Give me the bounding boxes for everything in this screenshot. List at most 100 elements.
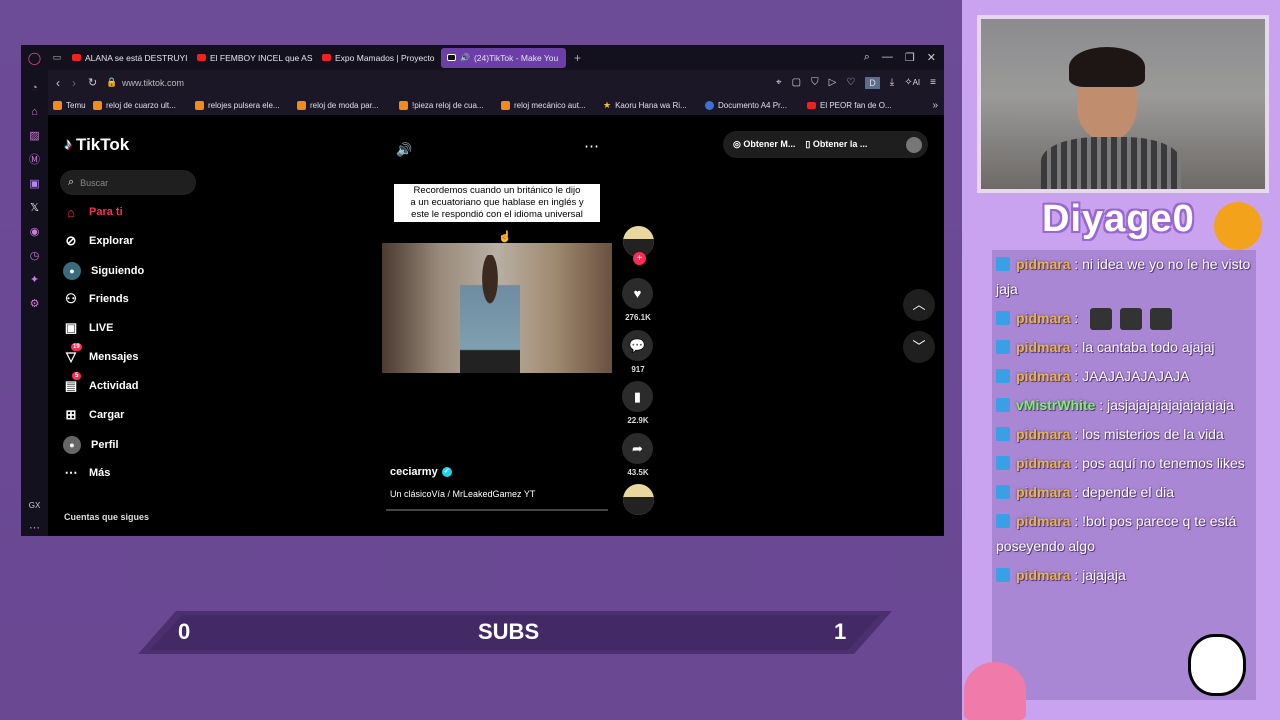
- following-heading: Cuentas que sigues: [64, 512, 150, 522]
- youtube-icon: [72, 54, 81, 61]
- video-description: Un clásicoVía / MrLeakedGamez YT: [390, 489, 536, 499]
- chevron-down-icon: ﹀: [912, 339, 926, 354]
- nav-mas[interactable]: ⋯ Más: [63, 465, 111, 481]
- gx-label: GX: [28, 501, 41, 510]
- prev-video-button[interactable]: ︿: [903, 289, 935, 321]
- temu-icon: [501, 100, 510, 110]
- player-icon[interactable]: ◉: [21, 220, 48, 244]
- forward-icon[interactable]: ›: [72, 76, 88, 90]
- share-button[interactable]: ➦: [622, 433, 653, 464]
- new-tab-button[interactable]: +: [566, 51, 589, 65]
- bookmark-icon: ▮: [633, 388, 642, 404]
- bookmark-1[interactable]: Temu: [48, 100, 88, 110]
- minimize-button[interactable]: —: [882, 51, 893, 64]
- gx-m-icon[interactable]: Ⓜ: [21, 148, 48, 172]
- wolverine-emote-icon: [1090, 308, 1113, 331]
- live-icon: ▣: [64, 320, 78, 335]
- bookmark-9[interactable]: El PEOR fan de O...: [802, 101, 904, 110]
- nav-friends[interactable]: ⚇ Friends: [63, 291, 129, 307]
- nav-siguiendo[interactable]: ● Siguiendo: [63, 262, 144, 280]
- profile-avatar[interactable]: D: [865, 76, 880, 89]
- nav-perfil[interactable]: ● Perfil: [63, 436, 119, 454]
- bookmark-8[interactable]: Documento A4 Pr...: [700, 100, 802, 110]
- video-options-icon[interactable]: ⋯: [584, 137, 600, 155]
- menu-icon[interactable]: ≡: [930, 77, 936, 88]
- heart-icon: ♥: [633, 286, 642, 301]
- bookmark-2[interactable]: reloj de cuarzo ult...: [88, 100, 190, 110]
- video-caption-box: Recordemos cuando un británico le dijo a…: [394, 184, 600, 222]
- comment-count: 917: [631, 365, 645, 374]
- search-tabs-icon[interactable]: ⌕: [864, 51, 870, 64]
- get-coins-button[interactable]: ◎ Obtener M...: [733, 139, 795, 150]
- coin-icon: ◎: [733, 139, 741, 149]
- comment-button[interactable]: 💬: [622, 330, 653, 361]
- chat-message: pidmara : los misterios de la vida: [996, 422, 1252, 447]
- tab-1[interactable]: ALANA se está DESTRUYI: [66, 48, 191, 68]
- tiktok-logo[interactable]: ♪ TikTok: [64, 135, 129, 155]
- cursor-icon: ☝: [498, 231, 512, 243]
- heart-icon[interactable]: ♡: [846, 77, 855, 88]
- save-button[interactable]: ▮: [622, 381, 653, 412]
- back-icon[interactable]: ‹: [56, 76, 72, 90]
- tab-bar: ◯ ▭ ALANA se está DESTRUYI El FEMBOY INC…: [21, 45, 944, 70]
- restore-button[interactable]: ❐: [905, 51, 915, 64]
- x-twitter-icon[interactable]: 𝕏: [21, 196, 48, 220]
- mascot-headphones-icon: [1214, 202, 1262, 250]
- user-avatar[interactable]: [906, 136, 922, 153]
- youtube-icon: [322, 54, 331, 61]
- bookmark-7[interactable]: ★ Kaoru Hana wa Ri...: [598, 100, 700, 111]
- nav-para-ti[interactable]: ⌂ Para ti: [63, 204, 123, 220]
- tab-4-tiktok[interactable]: 🔊 (24)TikTok - Make You: [441, 47, 566, 68]
- reload-icon[interactable]: ↻: [88, 76, 106, 89]
- home-icon: ⌂: [67, 204, 75, 220]
- pin-icon[interactable]: ⌖: [776, 77, 782, 88]
- next-creator-avatar[interactable]: [623, 484, 654, 515]
- video-frame[interactable]: [382, 243, 612, 373]
- more-dots-icon[interactable]: ⋯: [21, 516, 48, 536]
- gx-cleaner-icon[interactable]: ⌂: [21, 100, 48, 124]
- next-video-button[interactable]: ﹀: [903, 331, 935, 363]
- nav-explorar[interactable]: ⊘ Explorar: [63, 233, 134, 249]
- nav-live[interactable]: ▣ LIVE: [63, 320, 114, 336]
- lock-icon: 🔒: [106, 77, 118, 87]
- ai-button[interactable]: ✧AI: [904, 77, 920, 88]
- more-bookmarks-icon[interactable]: »: [932, 100, 944, 111]
- extensions-icon[interactable]: ✦: [21, 268, 48, 292]
- like-button[interactable]: ♥: [622, 278, 653, 309]
- tab-2[interactable]: El FEMBOY INCEL que AS: [191, 48, 316, 68]
- bookmark-5[interactable]: !pieza reloj de cua...: [394, 100, 496, 110]
- url-field[interactable]: www.tiktok.com: [122, 78, 184, 88]
- verified-icon: ✓: [441, 467, 452, 477]
- gx-history-icon[interactable]: ◔: [21, 76, 48, 100]
- nav-mensajes[interactable]: ▽ 19 Mensajes: [63, 343, 139, 365]
- search-input[interactable]: Buscar: [80, 178, 108, 188]
- badge-icon: [996, 568, 1010, 582]
- nav-cargar[interactable]: ⊞ Cargar: [63, 407, 125, 423]
- volume-icon[interactable]: 🔊: [396, 142, 412, 158]
- follow-plus-icon[interactable]: +: [633, 252, 646, 265]
- video-author[interactable]: ceciarmy ✓: [390, 466, 452, 478]
- video-progress-bar[interactable]: [386, 509, 608, 511]
- search-box[interactable]: ⌕ Buscar: [60, 170, 196, 195]
- download-icon[interactable]: ⤓: [890, 77, 894, 88]
- workspace-icon[interactable]: ▭: [48, 52, 66, 63]
- opera-logo-icon[interactable]: ◯: [21, 51, 48, 65]
- play-icon[interactable]: ▷: [829, 77, 837, 88]
- bookmark-4[interactable]: reloj de moda par...: [292, 100, 394, 110]
- tiktok-tab-icon: [447, 54, 456, 61]
- chat-message: pidmara : depende el dia: [996, 480, 1252, 505]
- snapshot-icon[interactable]: ▢: [792, 77, 801, 88]
- bookmark-3[interactable]: relojes pulsera ele...: [190, 100, 292, 110]
- bookmark-6[interactable]: reloj mecánico aut...: [496, 100, 598, 110]
- close-button[interactable]: ✕: [927, 51, 936, 64]
- nav-actividad[interactable]: ▤ 5 Actividad: [63, 372, 139, 394]
- tiktok-note-icon: ♪: [64, 136, 72, 153]
- gx-store-icon[interactable]: ▨: [21, 124, 48, 148]
- clock-icon[interactable]: ◷: [21, 244, 48, 268]
- get-app-button[interactable]: ▯ Obtener la ...: [805, 139, 867, 150]
- comment-icon: 💬: [629, 337, 646, 353]
- settings-icon[interactable]: ⚙: [21, 292, 48, 316]
- shield-icon[interactable]: ⛉: [811, 77, 819, 88]
- twitch-icon[interactable]: ▣: [21, 172, 48, 196]
- tab-3[interactable]: Expo Mamados | Proyecto: [316, 48, 441, 68]
